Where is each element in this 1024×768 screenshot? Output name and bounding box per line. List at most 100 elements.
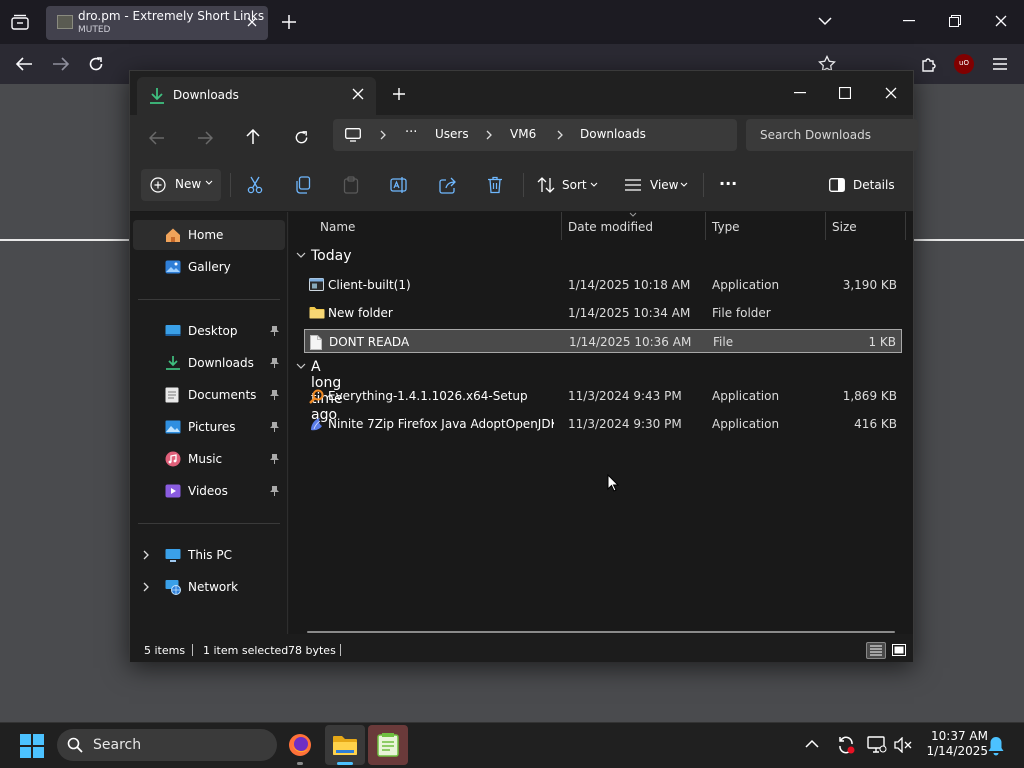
hamburger-menu-icon[interactable]: [993, 58, 1007, 70]
chevron-down-icon[interactable]: [680, 182, 688, 188]
rename-icon[interactable]: [390, 176, 408, 194]
column-divider[interactable]: [561, 212, 562, 240]
more-options-button[interactable]: ···: [719, 174, 737, 193]
breadcrumb-downloads[interactable]: Downloads: [580, 127, 646, 141]
network-monitor-icon[interactable]: [867, 736, 887, 754]
paste-clipboard-icon[interactable]: [343, 176, 359, 194]
file-row-selected[interactable]: DONT READA 1/14/2025 10:36 AM File 1 KB: [304, 329, 902, 353]
close-window-icon[interactable]: [995, 15, 1007, 27]
pin-icon[interactable]: [270, 390, 279, 400]
forward-arrow-icon[interactable]: [52, 56, 70, 72]
column-divider[interactable]: [825, 212, 826, 240]
sync-refresh-icon[interactable]: [836, 735, 856, 755]
column-header-name[interactable]: Name: [320, 220, 355, 234]
pin-icon[interactable]: [270, 454, 279, 464]
close-tab-icon[interactable]: [244, 14, 260, 30]
show-hidden-icons-chevron-icon[interactable]: [805, 739, 819, 749]
view-lines-icon[interactable]: [625, 179, 641, 191]
extensions-puzzle-icon[interactable]: [920, 55, 938, 73]
taskbar-notepad-app[interactable]: [368, 725, 408, 765]
tiles-view-toggle[interactable]: [890, 642, 908, 659]
explorer-tab-strip: Downloads: [130, 71, 913, 115]
new-tab-icon[interactable]: [281, 14, 297, 30]
breadcrumb-vm6[interactable]: VM6: [510, 127, 536, 141]
sidebar-item-home[interactable]: Home: [133, 220, 285, 250]
volume-muted-icon[interactable]: [894, 737, 912, 753]
sidebar-item-documents[interactable]: Documents: [133, 380, 285, 410]
sidebar-item-pictures[interactable]: Pictures: [133, 412, 285, 442]
sort-button-label[interactable]: Sort: [562, 178, 587, 192]
minimize-icon[interactable]: [903, 20, 915, 22]
minimize-button[interactable]: [777, 79, 823, 107]
monitor-icon[interactable]: [345, 128, 361, 142]
sidebar-item-videos[interactable]: Videos: [133, 476, 285, 506]
reload-icon[interactable]: [88, 56, 104, 72]
windows-start-icon[interactable]: [20, 734, 44, 758]
delete-trash-icon[interactable]: [487, 176, 503, 194]
sidebar-item-desktop[interactable]: Desktop: [133, 316, 285, 346]
close-tab-icon[interactable]: [352, 88, 364, 100]
restore-icon[interactable]: [949, 15, 961, 27]
column-header-type[interactable]: Type: [712, 220, 740, 234]
ublock-origin-icon[interactable]: uO: [954, 54, 974, 74]
notification-bell-icon[interactable]: [987, 736, 1005, 756]
file-row[interactable]: Ninite 7Zip Firefox Java AdoptOpenJDK x.…: [304, 412, 902, 436]
forward-arrow-icon[interactable]: [197, 131, 213, 145]
close-window-button[interactable]: [868, 79, 914, 107]
file-row[interactable]: Everything-1.4.1.1026.x64-Setup 11/3/202…: [304, 384, 902, 408]
taskbar-firefox[interactable]: [280, 725, 320, 765]
file-name: DONT READA: [329, 335, 410, 349]
copy-icon[interactable]: [295, 176, 311, 194]
breadcrumb[interactable]: ··· Users VM6 Downloads: [333, 119, 737, 151]
file-row[interactable]: Client-built(1) 1/14/2025 10:18 AM Appli…: [304, 273, 902, 297]
pin-icon[interactable]: [270, 326, 279, 336]
sidebar-item-music[interactable]: Music: [133, 444, 285, 474]
new-tab-icon[interactable]: [392, 87, 406, 101]
chevron-down-icon[interactable]: [296, 252, 306, 259]
share-icon[interactable]: [439, 176, 457, 194]
pin-icon[interactable]: [270, 358, 279, 368]
tab-list-icon[interactable]: [11, 14, 29, 30]
chevron-right-icon[interactable]: [143, 582, 149, 592]
sidebar-item-gallery[interactable]: Gallery: [133, 252, 285, 282]
sidebar-item-this-pc[interactable]: This PC: [133, 540, 285, 570]
cut-scissors-icon[interactable]: [247, 176, 263, 194]
chevron-right-icon[interactable]: [143, 550, 149, 560]
file-row[interactable]: New folder 1/14/2025 10:34 AM File folde…: [304, 301, 902, 325]
chevron-down-icon[interactable]: [818, 16, 832, 26]
breadcrumb-more[interactable]: ···: [405, 125, 417, 140]
status-selection: 1 item selected: [203, 644, 289, 657]
sort-arrows-icon[interactable]: [537, 176, 555, 194]
chevron-down-icon[interactable]: [590, 182, 598, 188]
details-button-label[interactable]: Details: [853, 178, 895, 192]
details-pane-icon[interactable]: [829, 178, 845, 192]
pin-icon[interactable]: [270, 486, 279, 496]
browser-tab-title: dro.pm - Extremely Short Links: [78, 9, 265, 23]
details-view-toggle[interactable]: [866, 642, 886, 659]
search-downloads-box[interactable]: [746, 119, 918, 151]
view-button-label[interactable]: View: [650, 178, 678, 192]
file-size: 3,190 KB: [842, 278, 897, 292]
refresh-icon[interactable]: [294, 130, 309, 145]
system-clock[interactable]: 10:37 AM 1/14/2025: [918, 729, 988, 759]
up-arrow-icon[interactable]: [246, 129, 260, 145]
column-divider[interactable]: [905, 212, 906, 240]
horizontal-scrollbar[interactable]: [307, 631, 895, 633]
column-divider[interactable]: [705, 212, 706, 240]
back-arrow-icon[interactable]: [149, 131, 165, 145]
taskbar-search-box[interactable]: Search: [57, 729, 277, 761]
breadcrumb-users[interactable]: Users: [435, 127, 469, 141]
maximize-button[interactable]: [822, 79, 868, 107]
pin-icon[interactable]: [270, 422, 279, 432]
sidebar-item-downloads[interactable]: Downloads: [133, 348, 285, 378]
browser-tab[interactable]: dro.pm - Extremely Short Links MUTED: [46, 6, 268, 40]
taskbar-file-explorer[interactable]: [325, 725, 365, 765]
sidebar-item-network[interactable]: Network: [133, 572, 285, 602]
chevron-down-icon[interactable]: [296, 363, 306, 370]
back-arrow-icon[interactable]: [15, 56, 33, 72]
new-button[interactable]: New: [141, 169, 221, 201]
explorer-tab-downloads[interactable]: Downloads: [137, 77, 376, 115]
column-header-date[interactable]: Date modified: [568, 220, 653, 234]
column-header-size[interactable]: Size: [832, 220, 857, 234]
search-input[interactable]: [746, 119, 918, 151]
